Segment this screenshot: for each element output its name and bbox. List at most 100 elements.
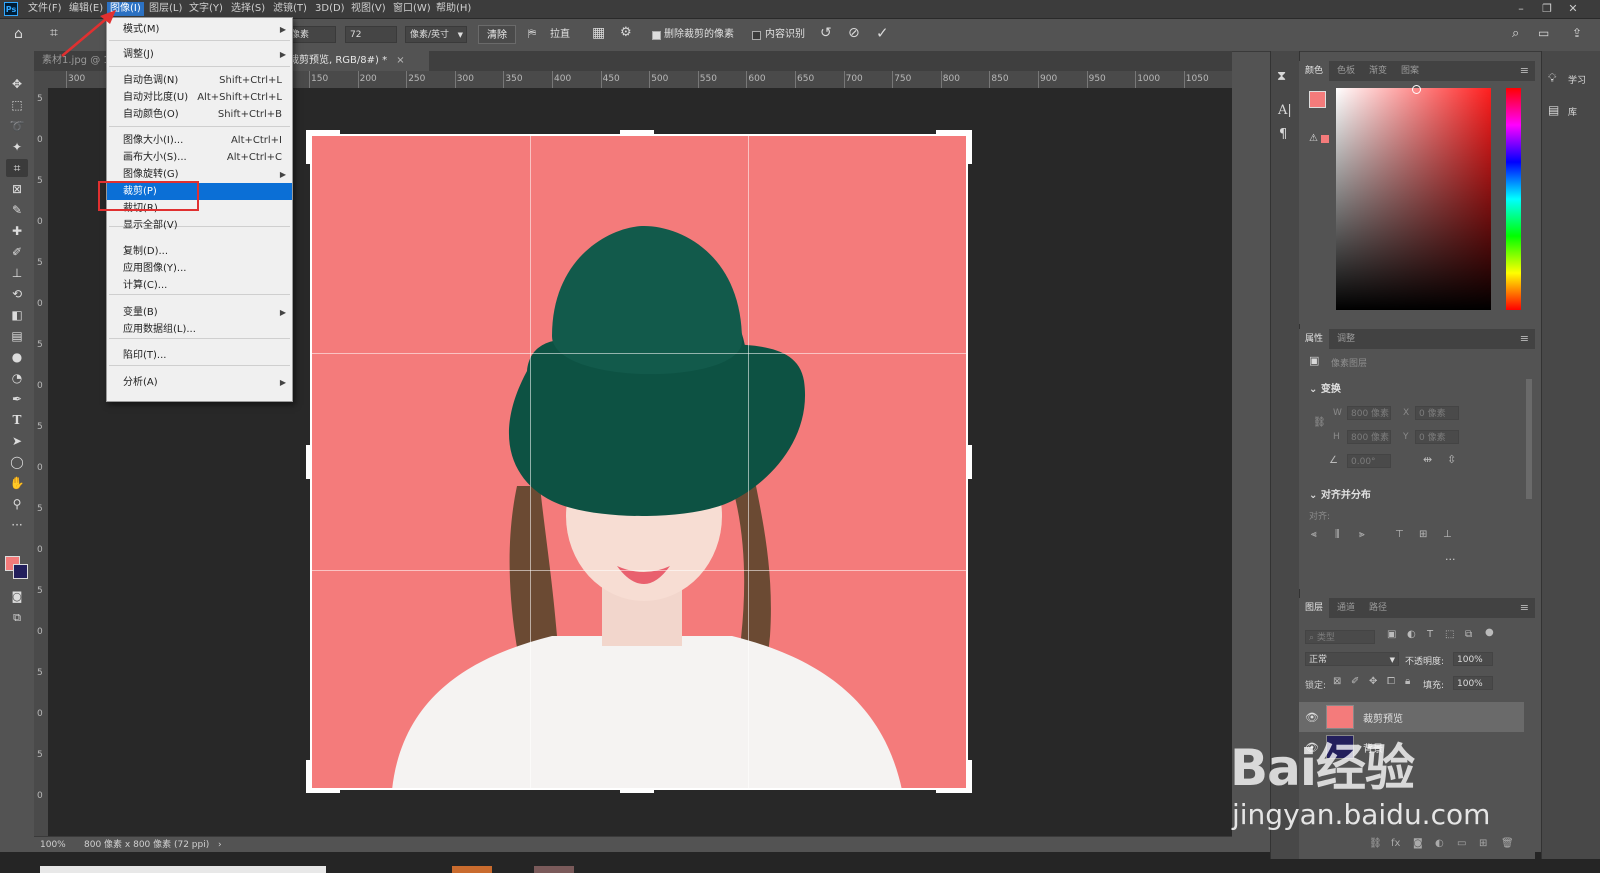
tab-swatches[interactable]: 色板 — [1331, 61, 1361, 81]
new-layer-icon[interactable]: ⊞ — [1479, 838, 1487, 849]
angle-field[interactable]: 0.00° — [1347, 454, 1391, 468]
image-menu-item[interactable]: 画布大小(S)... Alt+Ctrl+C — [107, 149, 292, 166]
cancel-icon[interactable]: ⊘ — [848, 25, 860, 41]
menu-layer[interactable]: 图层(L) — [146, 2, 185, 16]
search-icon[interactable]: ⌕ — [1512, 26, 1519, 41]
history-panel-icon[interactable]: ⧗ — [1277, 69, 1286, 84]
align-bottom-icon[interactable]: ⊥ — [1443, 529, 1452, 540]
more-options-icon[interactable]: ··· — [1445, 553, 1456, 566]
tab-channels[interactable]: 通道 — [1331, 598, 1361, 618]
hue-slider[interactable] — [1506, 88, 1521, 310]
share-icon[interactable]: ⇪ — [1572, 26, 1582, 40]
pen-tool-icon[interactable]: ✒ — [6, 390, 28, 408]
tab-paths[interactable]: 路径 — [1363, 598, 1393, 618]
crop-handle-bottom[interactable] — [620, 788, 654, 793]
delete-layer-icon[interactable]: 🗑︎ — [1501, 838, 1514, 849]
lock-transparency-icon[interactable]: ⊠ — [1333, 676, 1341, 687]
straighten-label[interactable]: 拉直 — [550, 27, 570, 43]
lightbulb-icon[interactable]: 💡︎ — [1548, 71, 1556, 86]
image-menu-item[interactable]: 应用图像(Y)... — [107, 260, 292, 277]
clone-stamp-tool-icon[interactable]: ⊥ — [6, 264, 28, 282]
fx-icon[interactable]: fx — [1391, 838, 1400, 849]
menu-select[interactable]: 选择(S) — [228, 2, 268, 16]
crop-handle-left[interactable] — [306, 445, 311, 479]
resolution-input[interactable]: 72 — [345, 26, 397, 43]
image-menu-item[interactable]: 自动对比度(U) Alt+Shift+Ctrl+L — [107, 89, 292, 106]
fill-field[interactable]: 100% — [1453, 676, 1493, 690]
home-icon[interactable]: ⌂ — [14, 26, 23, 42]
color-picker-marker[interactable] — [1412, 85, 1421, 94]
crop-tool-preset-icon[interactable]: ⌗ — [50, 25, 58, 41]
height-field[interactable]: 800 像素 — [1347, 430, 1391, 444]
crop-tool-icon[interactable]: ⌗ — [6, 159, 28, 177]
straighten-icon[interactable]: ⛿ — [528, 27, 536, 41]
workspace-icon[interactable]: ▭ — [1538, 26, 1549, 40]
crop-handle-top[interactable] — [620, 130, 654, 135]
link-layers-icon[interactable]: ⛓ — [1369, 838, 1382, 849]
menu-filter[interactable]: 滤镜(T) — [270, 2, 310, 16]
menu-3d[interactable]: 3D(D) — [312, 2, 348, 16]
zoom-tool-icon[interactable]: ⚲ — [6, 495, 28, 513]
marquee-tool-icon[interactable]: ⬚ — [6, 96, 28, 114]
brush-tool-icon[interactable]: ✐ — [6, 243, 28, 261]
flip-horizontal-icon[interactable]: ⇹ — [1423, 453, 1432, 466]
frame-tool-icon[interactable]: ⊠ — [6, 180, 28, 198]
history-brush-tool-icon[interactable]: ⟲ — [6, 285, 28, 303]
layer-filter-input[interactable]: ⌕ 类型 — [1305, 630, 1375, 644]
move-tool-icon[interactable]: ✥ — [6, 75, 28, 93]
image-menu-item[interactable]: 裁切(R)... — [107, 200, 292, 217]
lock-position-icon[interactable]: ✥ — [1369, 676, 1377, 687]
x-field[interactable]: 0 像素 — [1415, 406, 1459, 420]
filter-smart-object-icon[interactable]: ⧉ — [1465, 629, 1472, 640]
properties-scrollbar[interactable] — [1526, 379, 1532, 499]
minimize-icon[interactable]: – — [1510, 1, 1532, 17]
menu-view[interactable]: 视图(V) — [348, 2, 389, 16]
eye-icon[interactable]: 👁︎ — [1305, 711, 1319, 724]
gear-icon[interactable]: ⚙ — [620, 25, 632, 40]
eyedropper-tool-icon[interactable]: ✎ — [6, 201, 28, 219]
panel-menu-icon[interactable]: ≡ — [1520, 601, 1529, 614]
tab-gradients[interactable]: 渐变 — [1363, 61, 1393, 81]
add-mask-icon[interactable]: ◙ — [1413, 838, 1423, 849]
tab-color[interactable]: 颜色 — [1299, 61, 1330, 81]
status-arrow-icon[interactable]: › — [218, 837, 222, 853]
image-menu-item[interactable]: 计算(C)... — [107, 277, 292, 294]
delete-cropped-checkbox[interactable] — [652, 31, 661, 40]
lasso-tool-icon[interactable]: ➰ — [6, 117, 28, 135]
filter-shape-icon[interactable]: ⬚ — [1445, 629, 1454, 640]
transform-section[interactable]: ⌄ 变换 — [1309, 380, 1341, 395]
hand-tool-icon[interactable]: ✋ — [6, 474, 28, 492]
crop-handle-top-left[interactable] — [306, 130, 340, 135]
path-selection-tool-icon[interactable]: ➤ — [6, 432, 28, 450]
crop-border[interactable] — [310, 134, 968, 790]
menu-edit[interactable]: 编辑(E) — [66, 2, 106, 16]
menu-type[interactable]: 文字(Y) — [186, 2, 226, 16]
image-menu-item[interactable]: 自动颜色(O) Shift+Ctrl+B — [107, 106, 292, 123]
crop-handle-bottom-left[interactable] — [306, 760, 311, 793]
opacity-field[interactable]: 100% — [1453, 652, 1493, 666]
quick-mask-icon[interactable]: ◙ — [6, 588, 28, 606]
new-group-icon[interactable]: ▭ — [1457, 838, 1466, 849]
unit-field[interactable]: 像素 — [286, 26, 336, 43]
filter-adjustment-icon[interactable]: ◐ — [1407, 629, 1416, 640]
crop-handle-top-left[interactable] — [306, 130, 311, 164]
image-menu-item[interactable]: 模式(M) ▶ — [107, 21, 292, 38]
resolution-unit-select[interactable]: 像素/英寸 ▼ — [405, 26, 467, 43]
learn-label[interactable]: 学习 — [1568, 73, 1586, 86]
screen-mode-icon[interactable]: ⧉ — [6, 609, 28, 627]
image-menu-item[interactable]: 复制(D)... — [107, 243, 292, 260]
close-window-icon[interactable]: ✕ — [1562, 1, 1584, 17]
crop-handle-bottom-right[interactable] — [967, 760, 972, 793]
color-field[interactable] — [1336, 88, 1491, 310]
width-field[interactable]: 800 像素 — [1347, 406, 1391, 420]
crop-handle-top-right[interactable] — [967, 130, 972, 164]
restore-icon[interactable]: ❐ — [1536, 1, 1558, 17]
menu-image[interactable]: 图像(I) — [107, 2, 144, 16]
tab-close-icon[interactable]: × — [396, 55, 404, 66]
library-label[interactable]: 库 — [1568, 105, 1577, 118]
filter-type-icon[interactable]: T — [1427, 629, 1433, 640]
image-menu-item[interactable]: 变量(B) ▶ — [107, 304, 292, 321]
ellipse-tool-icon[interactable]: ◯ — [6, 453, 28, 471]
paragraph-panel-icon[interactable]: ¶ — [1279, 127, 1287, 142]
type-tool-icon[interactable]: T — [6, 411, 28, 429]
